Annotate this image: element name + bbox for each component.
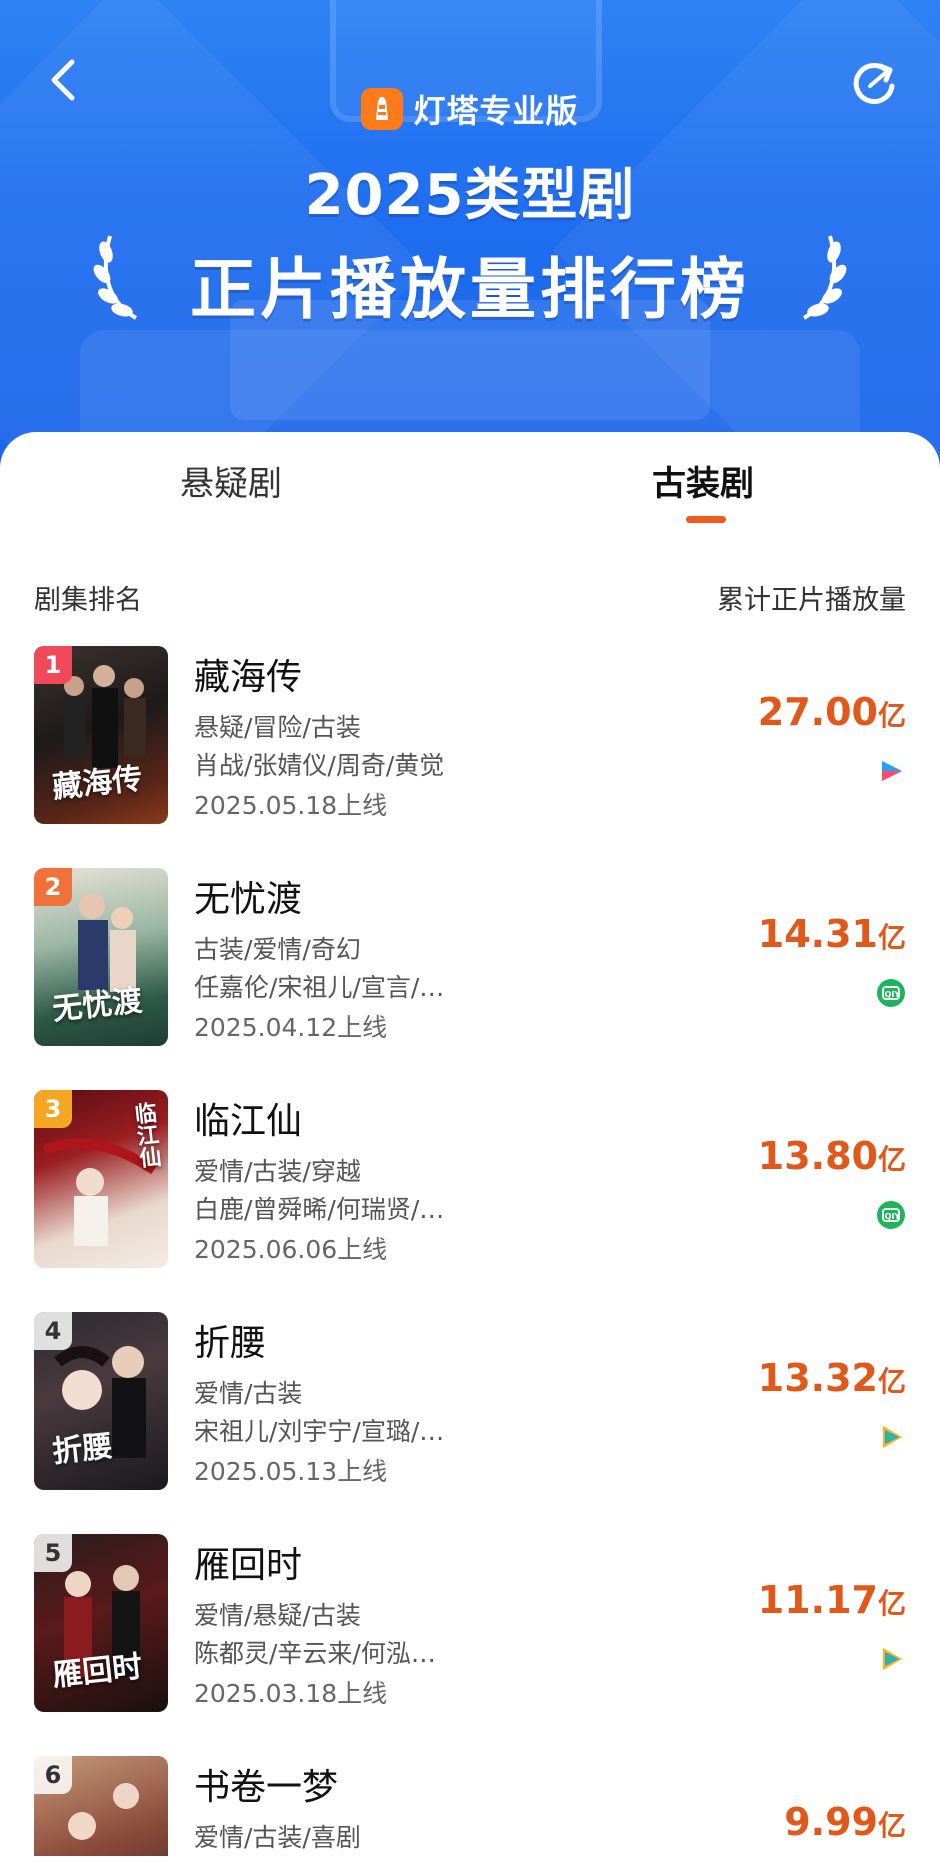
- drama-genres: 古装/爱情/奇幻: [194, 935, 361, 964]
- play-count-unit: 亿: [877, 1809, 906, 1842]
- drama-release-date: 2025.05.13上线: [194, 1457, 388, 1486]
- drama-cast: 任嘉伦/宋祖儿/宣言/…: [194, 973, 445, 1002]
- drama-genres: 爱情/古装/穿越: [194, 1157, 361, 1186]
- drama-row[interactable]: 临江仙 3 临江仙 爱情/古装/穿越 白鹿/曾舜晞/何瑞贤/… 2025.06.…: [0, 1090, 940, 1280]
- rank-badge: 3: [34, 1090, 72, 1128]
- drama-release-date: 2025.04.12上线: [194, 1013, 388, 1042]
- play-count-value: 13.32: [757, 1356, 878, 1400]
- rank-badge: 5: [34, 1534, 72, 1572]
- youku-icon: [882, 761, 902, 781]
- poster-title: 临江仙: [129, 1100, 163, 1170]
- drama-release-date: 2025.05.18上线: [194, 791, 388, 820]
- brand: 灯塔专业版: [0, 86, 940, 132]
- drama-genres: 悬疑/冒险/古装: [194, 713, 361, 742]
- svg-text:iQIY: iQIY: [882, 1212, 901, 1221]
- poster-title: 藏海传: [50, 761, 144, 806]
- play-count-unit: 亿: [877, 921, 906, 954]
- drama-title: 藏海传: [194, 657, 303, 698]
- play-count: 9.99亿: [784, 1800, 906, 1844]
- play-count-value: 11.17: [757, 1578, 878, 1622]
- play-count: 27.00亿: [758, 690, 906, 734]
- drama-release-date: 2025.06.06上线: [194, 1235, 388, 1264]
- drama-row[interactable]: 雁回时 5 雁回时 爱情/悬疑/古装 陈都灵/辛云来/何泓… 2025.03.1…: [0, 1534, 940, 1724]
- poster-title: 雁回时: [50, 1649, 144, 1694]
- tab-costume[interactable]: 古装剧: [652, 456, 754, 505]
- svg-text:iQIY: iQIY: [882, 990, 901, 999]
- drama-row[interactable]: 6 书卷一梦 爱情/古装/喜剧 9.99亿: [0, 1756, 940, 1856]
- iqiyi-icon: iQIY: [877, 1201, 905, 1229]
- play-count-unit: 亿: [877, 1587, 906, 1620]
- play-count-unit: 亿: [877, 1365, 906, 1398]
- drama-cast: 肖战/张婧仪/周奇/黄觉: [194, 751, 445, 780]
- play-count: 13.80亿: [758, 1134, 906, 1178]
- drama-genres: 爱情/悬疑/古装: [194, 1601, 361, 1630]
- active-tab-indicator: [686, 516, 726, 523]
- drama-title: 临江仙: [194, 1101, 303, 1142]
- column-header-plays: 累计正片播放量: [717, 585, 906, 616]
- tencent-video-icon: [883, 1426, 902, 1448]
- drama-title: 折腰: [194, 1323, 267, 1364]
- drama-cast: 宋祖儿/刘宇宁/宣璐/…: [194, 1417, 445, 1446]
- iqiyi-icon: iQIY: [877, 979, 905, 1007]
- drama-release-date: 2025.03.18上线: [194, 1679, 388, 1708]
- play-count-value: 9.99: [784, 1800, 878, 1844]
- play-count-value: 27.00: [757, 690, 878, 734]
- drama-row[interactable]: 折腰 4 折腰 爱情/古装 宋祖儿/刘宇宁/宣璐/… 2025.05.13上线 …: [0, 1312, 940, 1502]
- play-count: 13.32亿: [758, 1356, 906, 1400]
- play-count-value: 13.80: [757, 1134, 878, 1178]
- drama-cast: 陈都灵/辛云来/何泓…: [194, 1639, 436, 1668]
- laurel-right-icon: [802, 235, 847, 320]
- drama-row[interactable]: 无忧渡 2 无忧渡 古装/爱情/奇幻 任嘉伦/宋祖儿/宣言/… 2025.04.…: [0, 868, 940, 1058]
- play-count-unit: 亿: [877, 699, 906, 732]
- rank-badge: 2: [34, 868, 72, 906]
- drama-row[interactable]: 藏海传 1 藏海传 悬疑/冒险/古装 肖战/张婧仪/周奇/黄觉 2025.05.…: [0, 646, 940, 836]
- drama-title: 无忧渡: [194, 879, 303, 920]
- rank-badge: 4: [34, 1312, 72, 1350]
- rank-badge: 1: [34, 646, 72, 684]
- drama-title: 书卷一梦: [194, 1767, 339, 1808]
- drama-genres: 爱情/古装/喜剧: [194, 1823, 361, 1852]
- poster-title: 折腰: [50, 1428, 115, 1471]
- drama-cast: 白鹿/曾舜晞/何瑞贤/…: [194, 1195, 445, 1224]
- play-count-value: 14.31: [757, 912, 878, 956]
- drama-title: 雁回时: [194, 1545, 303, 1586]
- play-count: 11.17亿: [758, 1578, 906, 1622]
- rank-badge: 6: [34, 1756, 72, 1794]
- poster-title: 无忧渡: [50, 983, 144, 1028]
- lighthouse-logo-icon: [361, 88, 404, 130]
- play-count: 14.31亿: [758, 912, 906, 956]
- page-title-year: 2025类型剧: [304, 163, 636, 228]
- tab-suspense[interactable]: 悬疑剧: [180, 456, 282, 505]
- tencent-video-icon: [883, 1648, 902, 1670]
- column-header-rank: 剧集排名: [34, 585, 142, 616]
- brand-name: 灯塔专业版: [413, 92, 579, 130]
- drama-genres: 爱情/古装: [194, 1379, 303, 1408]
- header-banner: 灯塔专业版 2025类型剧 正片播放量排行榜: [0, 0, 940, 470]
- play-count-unit: 亿: [877, 1143, 906, 1176]
